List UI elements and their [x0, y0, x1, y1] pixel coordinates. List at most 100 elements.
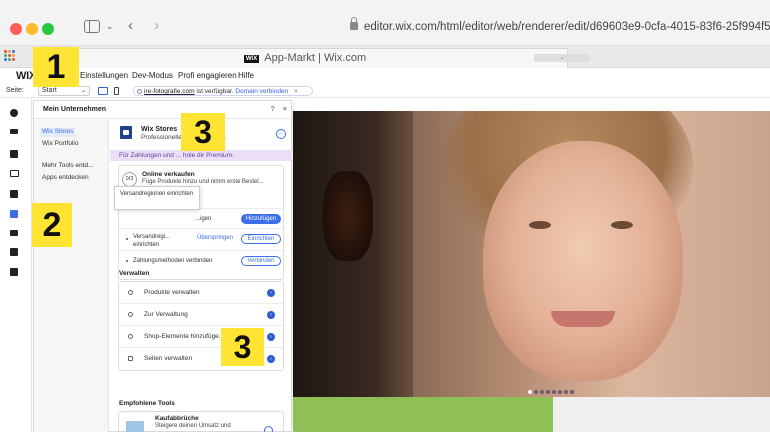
go-to-dashboard-row[interactable]: Zur Verwaltung ›	[119, 304, 283, 326]
domain-bar: ire-fotografie.com ist verfügbar. Domain…	[133, 86, 313, 96]
back-arrow-icon[interactable]: ‹	[128, 16, 133, 36]
media-icon[interactable]	[10, 230, 18, 236]
pages-icon	[128, 356, 133, 361]
connect-domain-link[interactable]: Domain verbinden	[235, 88, 288, 95]
arrow-right-icon: ›	[267, 289, 275, 297]
online-selling-card: 0/3 Online verkaufen Füge Produkte hinzu…	[118, 165, 285, 280]
row-label: Zur Verwaltung	[144, 311, 188, 318]
page-selector-value: Start	[42, 87, 57, 94]
add-elements-icon[interactable]	[10, 109, 18, 117]
hero-eye-right	[611, 221, 633, 229]
callout-number: 1	[33, 47, 79, 87]
panel-actions: ? ×	[271, 101, 287, 119]
plus-circle-icon	[128, 334, 133, 339]
domain-url[interactable]: ire-fotografie.com	[144, 88, 195, 95]
shipping-tooltip: Versandregionen einrichten	[114, 186, 200, 210]
globe-icon	[137, 89, 142, 94]
menu-einstellungen[interactable]: Einstellungen	[80, 68, 128, 84]
chevron-down-icon[interactable]: ⌄	[106, 16, 114, 36]
setup-button[interactable]: Einrichten	[241, 234, 281, 244]
add-button[interactable]: Hinzufügen	[241, 214, 281, 224]
slider-dot[interactable]	[546, 390, 550, 394]
rec-title: Kaufabbrüche	[155, 415, 199, 422]
menus-pages-icon[interactable]	[10, 129, 18, 134]
task-shipping: Versandregi... einrichten Überspringen E…	[119, 228, 285, 248]
callout-number: 3	[181, 113, 225, 151]
tag-icon	[128, 290, 133, 295]
portfolio-icon[interactable]	[10, 248, 18, 256]
editor-toolbar: Seite: Start ⌄ ire-fotografie.com ist ve…	[0, 84, 770, 98]
manage-section-title: Verwalten	[119, 270, 150, 277]
slider-dot[interactable]	[558, 390, 562, 394]
page-selector[interactable]: Start ⌄	[38, 86, 90, 96]
premium-banner[interactable]: Für Zahlungen und ... hole dir Premium.	[110, 150, 292, 161]
arrow-right-icon: ›	[267, 355, 275, 363]
text-theme-icon[interactable]	[10, 170, 19, 177]
violin-scroll	[323, 171, 373, 261]
slider-dot[interactable]	[570, 390, 574, 394]
menu-hilfe[interactable]: Hilfe	[238, 68, 254, 84]
store-bag-icon[interactable]	[10, 268, 18, 276]
zoom-window-button[interactable]	[42, 23, 54, 35]
slider-dot[interactable]	[534, 390, 538, 394]
site-design-icon[interactable]	[10, 150, 18, 158]
close-icon[interactable]: ×	[283, 106, 287, 113]
domain-bar-close-icon[interactable]: ×	[294, 88, 298, 95]
bullet-icon	[126, 238, 128, 240]
app-name: Wix Stores	[141, 126, 178, 133]
browser-tab[interactable]: WIX App-Markt | Wix.com	[42, 48, 568, 68]
sidebar-toggle-icon[interactable]	[84, 20, 100, 33]
arrow-right-icon[interactable]	[264, 426, 273, 432]
more-options-icon[interactable]: …	[276, 129, 286, 139]
nav-item-wix-stores[interactable]: Wix Stores	[40, 128, 76, 137]
connect-button[interactable]: Verbinden	[241, 256, 281, 266]
settings-icon	[128, 312, 133, 317]
site-section-light[interactable]	[553, 397, 770, 432]
my-business-icon[interactable]	[10, 210, 18, 218]
forward-arrow-icon[interactable]: ›	[154, 16, 159, 36]
nav-item-more-tools[interactable]: Mehr Tools entd...	[42, 162, 94, 171]
slider-dot[interactable]	[564, 390, 568, 394]
setup-progress: 0/3	[122, 172, 137, 187]
panel-content: Wix Stores Professionelle Plattform für …	[110, 120, 292, 432]
address-bar[interactable]: editor.wix.com/html/editor/web/renderer/…	[350, 16, 770, 38]
slider-dots[interactable]	[528, 381, 576, 394]
skip-button[interactable]: Überspringen	[197, 234, 233, 242]
panel-title: Mein Unternehmen	[43, 106, 107, 113]
address-bar-url: editor.wix.com/html/editor/web/renderer/…	[364, 21, 770, 33]
minimize-window-button[interactable]	[26, 23, 38, 35]
site-hero-image[interactable]	[293, 111, 770, 397]
lock-icon	[350, 17, 358, 30]
menu-dev-modus[interactable]: Dev-Modus	[132, 68, 173, 84]
row-label: Produkte verwalten	[144, 289, 200, 296]
nav-item-discover-apps[interactable]: Apps entdecken	[42, 174, 89, 183]
site-section-green[interactable]	[293, 397, 553, 432]
abandoned-carts-card[interactable]: Kaufabbrüche Steigere deinen Umsatz und	[118, 411, 284, 432]
editor-menubar: WIX Einstellungen Dev-Modus Profi engagi…	[0, 68, 770, 84]
help-icon[interactable]: ?	[271, 106, 275, 113]
slider-dot[interactable]	[540, 390, 544, 394]
my-business-panel: Mein Unternehmen ? × Wix Stores Wix Port…	[33, 100, 293, 432]
browser-titlebar: ⌄ ‹ › editor.wix.com/html/editor/web/ren…	[0, 0, 770, 46]
row-label: Seiten verwalten	[144, 355, 193, 362]
cart-illustration-icon	[126, 421, 144, 432]
tab-overview-chevron-icon[interactable]: ⌄	[534, 54, 590, 62]
mobile-view-icon[interactable]	[114, 87, 119, 95]
add-apps-icon[interactable]	[10, 190, 18, 198]
slider-dot[interactable]	[528, 390, 532, 394]
selling-title: Online verkaufen	[142, 171, 195, 178]
task-add-products: ...igen Hinzufügen	[119, 208, 285, 228]
manage-products-row[interactable]: Produkte verwalten ›	[119, 282, 283, 304]
close-window-button[interactable]	[10, 23, 22, 35]
desktop-view-icon[interactable]	[98, 87, 108, 95]
callout-number: 3	[221, 328, 264, 366]
tab-strip: WIX App-Markt | Wix.com ⌄	[0, 46, 770, 68]
menu-profi-engagieren[interactable]: Profi engagieren	[178, 68, 237, 84]
panel-nav: Wix Stores Wix Portfolio Mehr Tools entd…	[34, 120, 109, 432]
nav-item-wix-portfolio[interactable]: Wix Portfolio	[42, 140, 78, 149]
wix-apps-icon[interactable]	[4, 50, 16, 62]
slider-dot[interactable]	[552, 390, 556, 394]
wix-stores-logo-icon	[120, 126, 132, 139]
callout-number: 2	[32, 203, 72, 247]
hero-face	[483, 141, 683, 381]
